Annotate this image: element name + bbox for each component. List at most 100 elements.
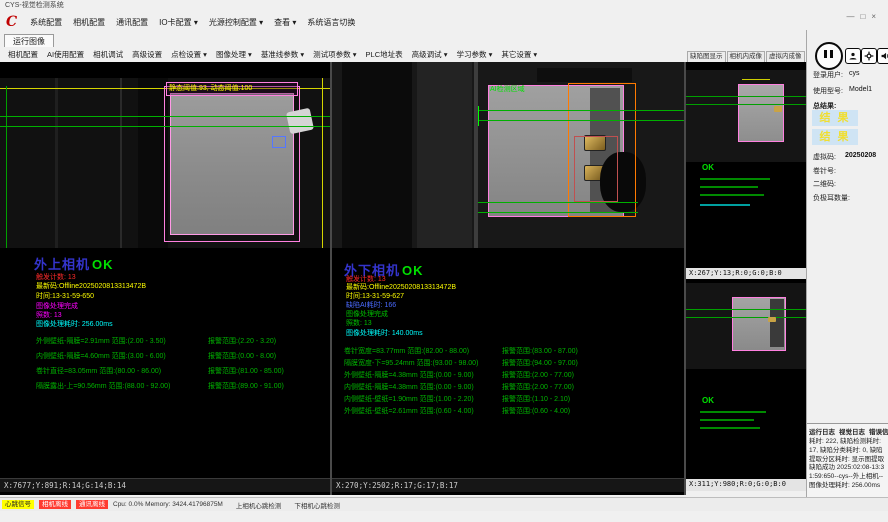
result-box-lower: 结 果	[812, 129, 858, 145]
cursor-coordinates: X:7677;Y:891;R:14;G:14;B:14	[0, 478, 330, 492]
guide-line-green	[686, 317, 806, 318]
ai-region-label: AI检测区域	[490, 86, 525, 93]
menu-camera-config[interactable]: 相机配置	[73, 17, 105, 28]
measurement-row: 内侧壁纸-隔膜=4.60mm 范围:(3.00 - 6.00) 报警范围:(0.…	[36, 351, 276, 361]
measurement-text: 外侧壁纸-壁纸=2.61mm 范围:(0.60 - 4.00)	[344, 406, 502, 416]
thumbnail-view-upper[interactable]: OK	[686, 62, 806, 268]
pause-button[interactable]	[815, 42, 843, 70]
measurement-text: 内侧壁纸-隔膜=4.60mm 范围:(3.00 - 6.00)	[36, 351, 208, 361]
menu-io-config[interactable]: IO卡配置 ▾	[159, 17, 198, 28]
thumbnail-view-lower[interactable]: OK	[686, 279, 806, 479]
count-line: 照数: 13	[36, 312, 62, 319]
log-tab-vision[interactable]: 视觉日志	[839, 426, 865, 436]
tab-row: 运行图像	[0, 32, 888, 48]
measurement-row: 隔膜露出-上=90.56mm 范围:(88.00 - 92.00) 报警范围:(…	[36, 381, 284, 391]
measurement-row: 外侧壁纸-壁纸=2.61mm 范围:(0.60 - 4.00) 报警范围:(0.…	[344, 406, 570, 416]
measurement-alarm: 报警范围:(1.10 - 2.10)	[502, 394, 570, 404]
measurement-alarm: 报警范围:(94.00 - 97.00)	[502, 358, 578, 368]
tool-baseline-params[interactable]: 基准线参数 ▾	[261, 49, 304, 60]
barcode-line: 最新码:Offline2025020813313472B	[36, 283, 146, 290]
alarm-button[interactable]	[877, 48, 888, 64]
tool-plc-address[interactable]: PLC地址表	[366, 49, 403, 60]
menu-language-switch[interactable]: 系统语言切换	[307, 17, 355, 28]
tool-other-settings[interactable]: 其它设置 ▾	[501, 49, 537, 60]
guide-line-green	[0, 126, 330, 127]
roi-rect-red	[574, 136, 618, 202]
guide-line-green	[686, 96, 806, 97]
tab-run-image[interactable]: 运行图像	[4, 34, 54, 48]
menu-system-config[interactable]: 系统配置	[30, 17, 62, 28]
pause-icon	[830, 50, 833, 58]
negative-tab-count-label: 负极耳数量:	[813, 193, 850, 203]
guide-tick-green	[478, 106, 479, 126]
guide-line-yellow	[322, 78, 323, 248]
log-tab-error[interactable]: 错误信息	[869, 426, 888, 436]
measurement-text: 卷针直径=83.05mm 范围:(80.00 - 86.00)	[36, 366, 208, 376]
measurement-alarm: 报警范围:(89.00 - 91.00)	[208, 381, 284, 391]
cursor-coordinates: X:270;Y:2502;R:17;G:17;B:17	[332, 478, 684, 492]
measurement-text: 卷针宽度=83.77mm 范围:(82.00 - 88.00)	[344, 346, 502, 356]
tool-test-params[interactable]: 测试项参数 ▾	[313, 49, 356, 60]
tool-image-processing[interactable]: 图像处理 ▾	[216, 49, 252, 60]
measurement-row: 外侧壁纸-隔膜=4.38mm 范围:(0.00 - 9.00) 报警范围:(2.…	[344, 370, 574, 380]
cpu-memory-text: Cpu: 0.0% Memory: 3424.41796875M	[113, 501, 223, 508]
tool-ai-config[interactable]: AI使用配置	[47, 49, 84, 60]
threshold-label: 静态阈值:93, 动态阈值:100	[169, 85, 252, 92]
user-button[interactable]	[845, 48, 861, 64]
result-ok: OK	[402, 263, 424, 278]
login-user-value: cys	[849, 70, 860, 77]
tool-advanced-settings[interactable]: 高级设置	[132, 49, 162, 60]
speaker-icon	[880, 51, 888, 61]
process-line: 图像处理完成	[346, 311, 388, 318]
app-logo-icon: C	[6, 15, 17, 29]
measurement-row: 内侧壁纸-壁纸=1.90mm 范围:(1.00 - 2.20) 报警范围:(1.…	[344, 394, 570, 404]
camera-view-upper[interactable]: 静态阈值:93, 动态阈值:100 外上相机OK 触发计数: 13 最新码:Of…	[0, 62, 330, 495]
menu-light-config[interactable]: 光源控制配置 ▾	[209, 17, 263, 28]
model-value[interactable]: Model1	[849, 86, 872, 93]
tab-virtual-image[interactable]: 虚拟内成像	[766, 51, 805, 62]
heartbeat-badge: 心跳信号	[2, 500, 34, 509]
camera-view-lower[interactable]: AI检测区域 外下相机OK 触发计数: 13 最新码:Offline202502…	[332, 62, 684, 495]
settings-button[interactable]	[861, 48, 877, 64]
log-tabs: 运行日志 视觉日志 错误信息	[807, 424, 888, 437]
tool-camera-debug[interactable]: 相机调试	[93, 49, 123, 60]
machine-structure	[55, 78, 58, 248]
guide-line-green	[0, 116, 330, 117]
tool-spot-check[interactable]: 点检设置 ▾	[171, 49, 207, 60]
elapsed-line: 图像处理耗时: 140.00ms	[346, 330, 423, 337]
window-title: CYS-视觉检测系统	[5, 2, 64, 9]
measurement-alarm: 报警范围:(2.00 - 77.00)	[502, 370, 574, 380]
barcode-line: 最新码:Offline2025020813313472B	[346, 284, 456, 291]
tool-advanced-debug[interactable]: 高级调试 ▾	[412, 49, 448, 60]
measurement-text: 外侧壁纸-隔膜=4.38mm 范围:(0.00 - 9.00)	[344, 370, 502, 380]
sidebar-panel: 登录用户: cys 使用型号: Model1 总结果: 结 果 结 果 虚拟码:…	[806, 30, 888, 497]
machine-structure	[342, 62, 412, 248]
user-icon	[848, 51, 858, 61]
camera-title: 外上相机OK	[34, 254, 114, 273]
tool-camera-config[interactable]: 相机配置	[8, 49, 38, 60]
gold-tab	[774, 106, 782, 112]
thumbnail-coordinates: X:311;Y:980;R:0;G:0;B:0	[686, 479, 809, 491]
pause-icon	[824, 50, 827, 58]
thumbnail-coordinates: X:267;Y:13;R:0;G:0;B:0	[686, 268, 809, 279]
menu-view[interactable]: 查看 ▾	[274, 17, 296, 28]
login-user-label: 登录用户:	[813, 70, 843, 80]
ai-time-line: 缺陷AI耗时: 166	[346, 302, 396, 309]
virtual-code-value: 20250208	[845, 152, 876, 159]
result-box-upper: 结 果	[812, 110, 858, 126]
tab-camera-image[interactable]: 相机内成像	[727, 51, 766, 62]
process-line: 图像处理完成	[36, 303, 78, 310]
guide-line-green	[478, 212, 638, 213]
camera-offline-badge: 相机离线	[39, 500, 71, 509]
tab-defect-display[interactable]: 缺陷图显示	[687, 51, 726, 62]
measurement-alarm: 报警范围:(81.00 - 85.00)	[208, 366, 284, 376]
menu-comm-config[interactable]: 通讯配置	[116, 17, 148, 28]
measurement-text: 外侧壁纸-隔膜=2.91mm 范围:(2.00 - 3.50)	[36, 336, 208, 346]
guide-line-green	[686, 104, 806, 105]
time-line: 时间:13-31-59-650	[36, 293, 94, 300]
measurement-row: 外侧壁纸-隔膜=2.91mm 范围:(2.00 - 3.50) 报警范围:(2.…	[36, 336, 276, 346]
needle-number-label: 卷针号:	[813, 166, 836, 176]
battery-dark-edge	[770, 299, 784, 347]
tool-learning-params[interactable]: 学习参数 ▾	[456, 49, 492, 60]
log-tab-run[interactable]: 运行日志	[809, 426, 835, 436]
